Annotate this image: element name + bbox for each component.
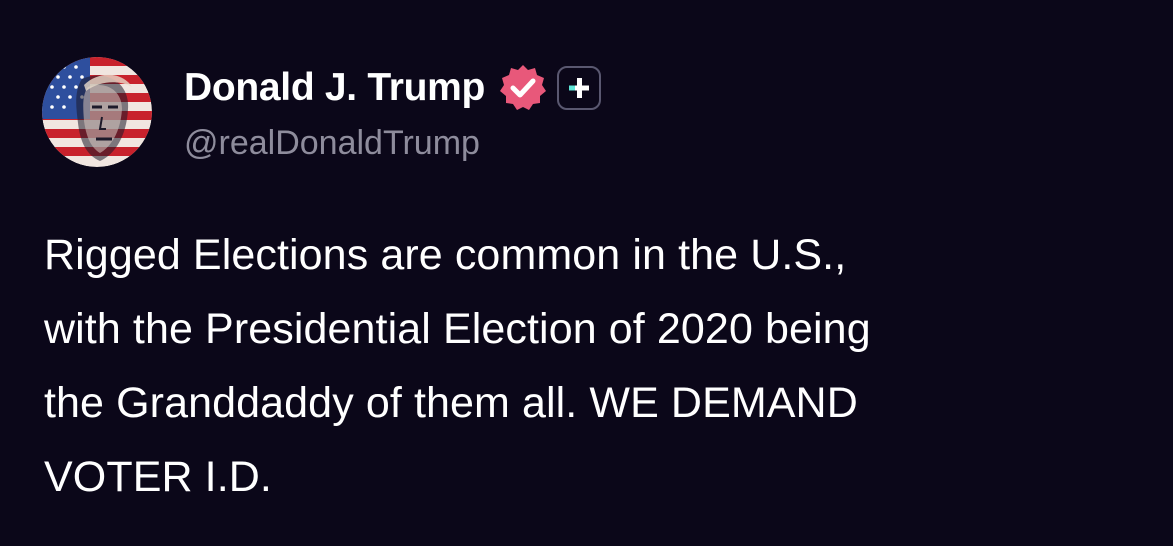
verified-badge-icon — [497, 62, 549, 114]
author-handle[interactable]: @realDonaldTrump — [184, 124, 601, 163]
avatar[interactable] — [42, 57, 152, 167]
post-header: Donald J. Trump @realDonaldTrump — [42, 56, 602, 168]
author-identity: Donald J. Trump @realDonaldTrump — [184, 62, 602, 163]
post-text-line: the Granddaddy of them all. WE DEMAND — [44, 379, 858, 427]
flag-portrait-avatar-icon — [42, 57, 152, 167]
post-text-line: VOTER I.D. — [44, 453, 272, 501]
post-text-line: with the Presidential Election of 2020 b… — [44, 305, 871, 353]
display-name[interactable]: Donald J. Trump — [184, 66, 485, 110]
post-text: Rigged Elections are common in the U.S.,… — [44, 218, 1144, 514]
post-card: Donald J. Trump @realDonaldTrump Rigged … — [0, 0, 1173, 546]
post-text-line: Rigged Elections are common in the U.S., — [44, 231, 847, 279]
plus-badge-icon[interactable] — [557, 65, 602, 110]
name-row: Donald J. Trump — [184, 62, 602, 114]
